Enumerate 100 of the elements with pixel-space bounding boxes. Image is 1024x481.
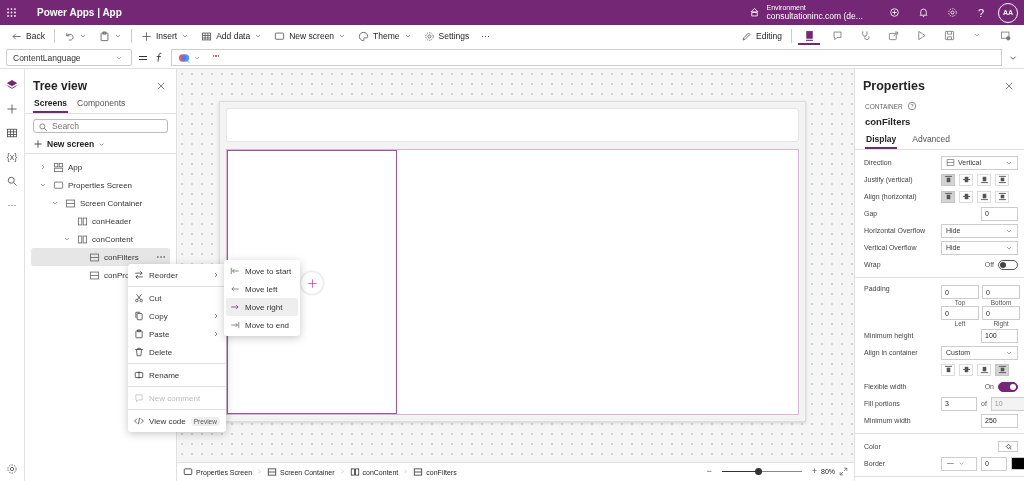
caret-icon <box>254 32 263 40</box>
align-button[interactable] <box>995 190 1009 203</box>
tab[interactable]: Screens <box>33 95 69 113</box>
tab[interactable]: Display <box>865 131 898 149</box>
reorder-icon <box>134 270 144 280</box>
rail-button[interactable]: {x} <box>2 147 22 167</box>
data-icon <box>201 30 213 42</box>
app-icon <box>53 161 64 173</box>
checker-icon <box>803 29 815 41</box>
comment-icon <box>134 393 144 403</box>
cut-icon <box>134 293 144 303</box>
toggle-switch[interactable] <box>998 381 1018 392</box>
chev-right-icon <box>212 271 220 279</box>
copy-icon <box>134 311 144 321</box>
tree-item[interactable]: conHeader <box>31 212 170 230</box>
screen-icon <box>53 179 64 191</box>
tab[interactable]: Components <box>76 95 127 113</box>
align-button[interactable] <box>977 363 991 376</box>
caret-icon <box>958 460 965 467</box>
insert-button[interactable]: Insert <box>137 27 193 45</box>
align-icon <box>997 192 1007 201</box>
data-button[interactable]: Add data <box>198 27 266 45</box>
caret-icon <box>113 32 122 40</box>
align-button[interactable] <box>941 173 955 186</box>
align-button[interactable] <box>959 173 973 186</box>
editing-button[interactable]: Editing <box>738 27 785 45</box>
align-button[interactable] <box>959 190 973 203</box>
layers-icon <box>6 79 18 91</box>
rail-button[interactable]: ··· <box>2 195 22 215</box>
vertical-icon <box>946 158 955 167</box>
menu-item[interactable]: Rename <box>128 366 226 384</box>
formula-field[interactable]: "" <box>171 49 1002 66</box>
paste-icon <box>98 30 110 42</box>
panel-title: Tree view <box>33 79 88 93</box>
screen-button[interactable]: New screen <box>271 27 350 45</box>
equals-icon <box>138 53 148 62</box>
align-button[interactable] <box>941 363 955 376</box>
fit-button[interactable] <box>839 467 848 476</box>
comment-icon <box>831 29 843 41</box>
menu-item[interactable]: Move to end <box>226 316 298 334</box>
color-picker-button[interactable] <box>998 441 1018 452</box>
menu-item[interactable]: Move to start <box>226 262 298 280</box>
close-button[interactable] <box>1004 81 1014 91</box>
help-icon <box>906 101 917 111</box>
align-button[interactable] <box>977 173 991 186</box>
align-button[interactable] <box>977 190 991 203</box>
align-button[interactable] <box>959 363 973 376</box>
search-icon <box>6 175 18 187</box>
close-button[interactable] <box>156 81 166 91</box>
new-screen-button[interactable]: New screen <box>25 135 176 154</box>
bell-icon <box>917 7 929 18</box>
left-icon <box>230 284 240 294</box>
help-button[interactable]: ? <box>977 6 984 19</box>
align-icon <box>961 175 971 184</box>
back-button[interactable]: Back <box>8 27 48 45</box>
align-icon <box>943 192 953 201</box>
vertical-icon <box>89 269 100 281</box>
theme-button[interactable]: Theme <box>355 27 415 45</box>
chev-down-icon <box>51 199 59 207</box>
close-icon <box>1004 81 1014 91</box>
menu-item[interactable]: Move left <box>226 280 298 298</box>
tree-item[interactable]: conContent <box>31 230 170 248</box>
settings-button[interactable]: Settings <box>420 27 473 45</box>
caret-icon <box>181 32 190 40</box>
control-name: conFilters <box>864 115 912 129</box>
environment-name[interactable]: consultationinc.com (de... <box>766 11 863 21</box>
align-icon <box>979 365 989 374</box>
tree-item[interactable]: conFilters <box>31 248 170 266</box>
tree-item[interactable]: Screen Container <box>31 194 170 212</box>
menu-item[interactable]: Copy <box>128 307 226 325</box>
publish-icon <box>999 29 1011 41</box>
tab[interactable]: Advanced <box>911 131 952 149</box>
menu-item[interactable]: Paste <box>128 325 226 343</box>
align-button[interactable] <box>995 363 1009 376</box>
menu-item[interactable]: Move right <box>226 298 298 316</box>
tree-item[interactable]: App <box>31 158 170 176</box>
search-field[interactable]: Search <box>33 119 168 133</box>
vertical-icon <box>65 197 76 209</box>
play-icon <box>915 29 927 41</box>
menu-item[interactable]: Reorder <box>128 266 226 284</box>
align-button[interactable] <box>941 190 955 203</box>
zoom-in-button[interactable]: + <box>811 467 817 476</box>
menu-item[interactable]: Cut <box>128 289 226 307</box>
caret-icon <box>973 31 981 39</box>
fill-icon <box>1003 442 1013 451</box>
more-button[interactable]: ··· <box>478 27 493 45</box>
screen-icon <box>183 467 193 477</box>
property-dropdown[interactable]: ContentLanguage <box>6 49 132 66</box>
zoom-out-button[interactable]: − <box>706 467 712 476</box>
horizontal-icon <box>349 467 360 477</box>
delete-icon <box>134 347 144 357</box>
align-icon <box>961 365 971 374</box>
panel-title: Properties <box>863 79 925 93</box>
align-button[interactable] <box>995 173 1009 186</box>
stethoscope-icon <box>859 29 871 41</box>
tree-item[interactable]: Properties Screen <box>31 176 170 194</box>
menu-item[interactable]: Delete <box>128 343 226 361</box>
filters-container[interactable] <box>227 150 397 414</box>
chev-right-icon <box>212 312 220 320</box>
horizontal-icon <box>77 215 88 227</box>
